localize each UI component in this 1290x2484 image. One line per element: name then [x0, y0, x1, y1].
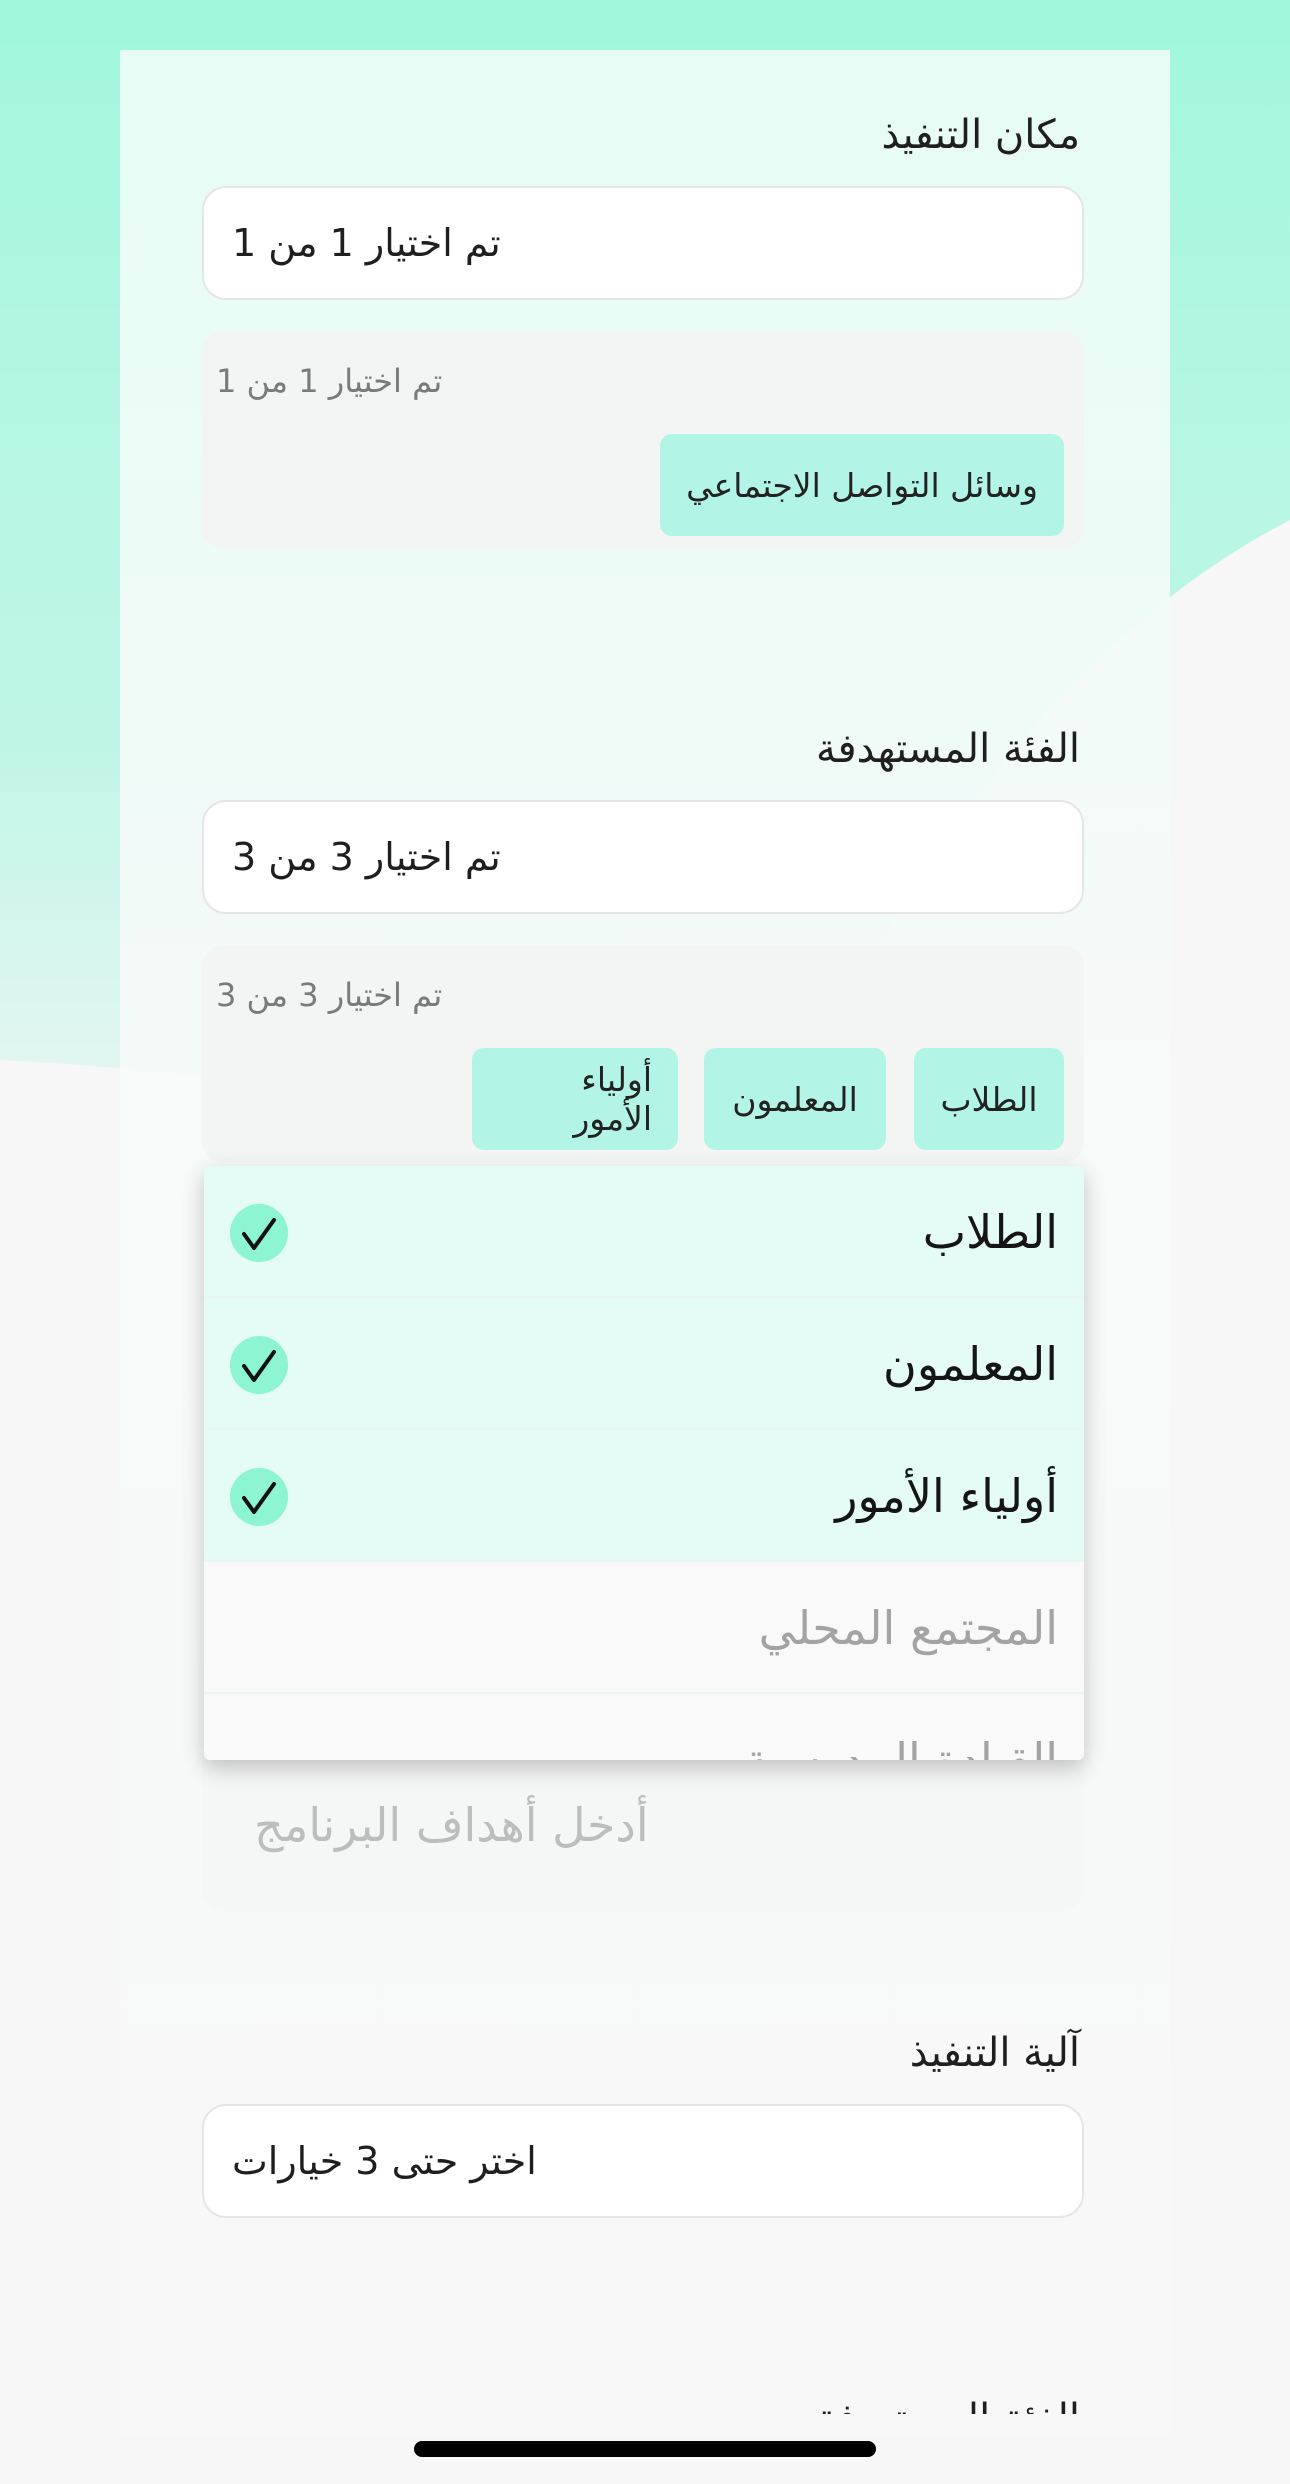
target-group-dropdown: الطلاب المعلمون أولياء الأمور المجتمع ال… [204, 1166, 1084, 1760]
option-label: الطلاب [922, 1205, 1058, 1259]
option-students[interactable]: الطلاب [204, 1166, 1084, 1298]
chip-teachers[interactable]: المعلمون [704, 1048, 886, 1150]
execution-mechanism-label: آلية التنفيذ [909, 2030, 1080, 2076]
execution-place-select[interactable]: تم اختيار 1 من 1 [202, 186, 1084, 300]
target-group-select[interactable]: تم اختيار 3 من 3 [202, 800, 1084, 914]
target-group-selection-box: تم اختيار 3 من 3 الطلاب المعلمون أولياء … [202, 946, 1084, 1162]
option-label: المجتمع المحلي [758, 1601, 1058, 1655]
check-icon [230, 1468, 288, 1526]
next-section-label: الفئة المستهدفة [816, 2396, 1080, 2414]
option-local-community[interactable]: المجتمع المحلي [204, 1562, 1084, 1694]
home-indicator[interactable] [414, 2441, 876, 2457]
option-parents[interactable]: أولياء الأمور [204, 1430, 1084, 1562]
target-group-label: الفئة المستهدفة [816, 726, 1080, 772]
option-teachers[interactable]: المعلمون [204, 1298, 1084, 1430]
execution-place-selected-count: تم اختيار 1 من 1 [216, 362, 443, 400]
chip-social-media[interactable]: وسائل التواصل الاجتماعي [660, 434, 1064, 536]
chip-students[interactable]: الطلاب [914, 1048, 1064, 1150]
objectives-placeholder: أدخل أهداف البرنامج [254, 1798, 649, 1852]
option-label: المعلمون [883, 1337, 1058, 1391]
option-school-leadership[interactable]: القيادة المدرسية [204, 1694, 1084, 1760]
check-icon [230, 1204, 288, 1262]
option-label: القيادة المدرسية [743, 1733, 1058, 1760]
chip-parents[interactable]: أولياء الأمور [472, 1048, 678, 1150]
target-group-selected-count: تم اختيار 3 من 3 [216, 976, 443, 1014]
execution-place-selection-box: تم اختيار 1 من 1 وسائل التواصل الاجتماعي [202, 332, 1084, 548]
execution-mechanism-value: اختر حتى 3 خيارات [232, 2139, 537, 2183]
execution-mechanism-select[interactable]: اختر حتى 3 خيارات [202, 2104, 1084, 2218]
objectives-input[interactable]: أدخل أهداف البرنامج [202, 1740, 1084, 1912]
execution-place-label: مكان التنفيذ [881, 112, 1080, 158]
target-group-value: تم اختيار 3 من 3 [232, 835, 501, 879]
option-label: أولياء الأمور [835, 1469, 1058, 1523]
check-icon [230, 1336, 288, 1394]
execution-place-value: تم اختيار 1 من 1 [232, 221, 501, 265]
